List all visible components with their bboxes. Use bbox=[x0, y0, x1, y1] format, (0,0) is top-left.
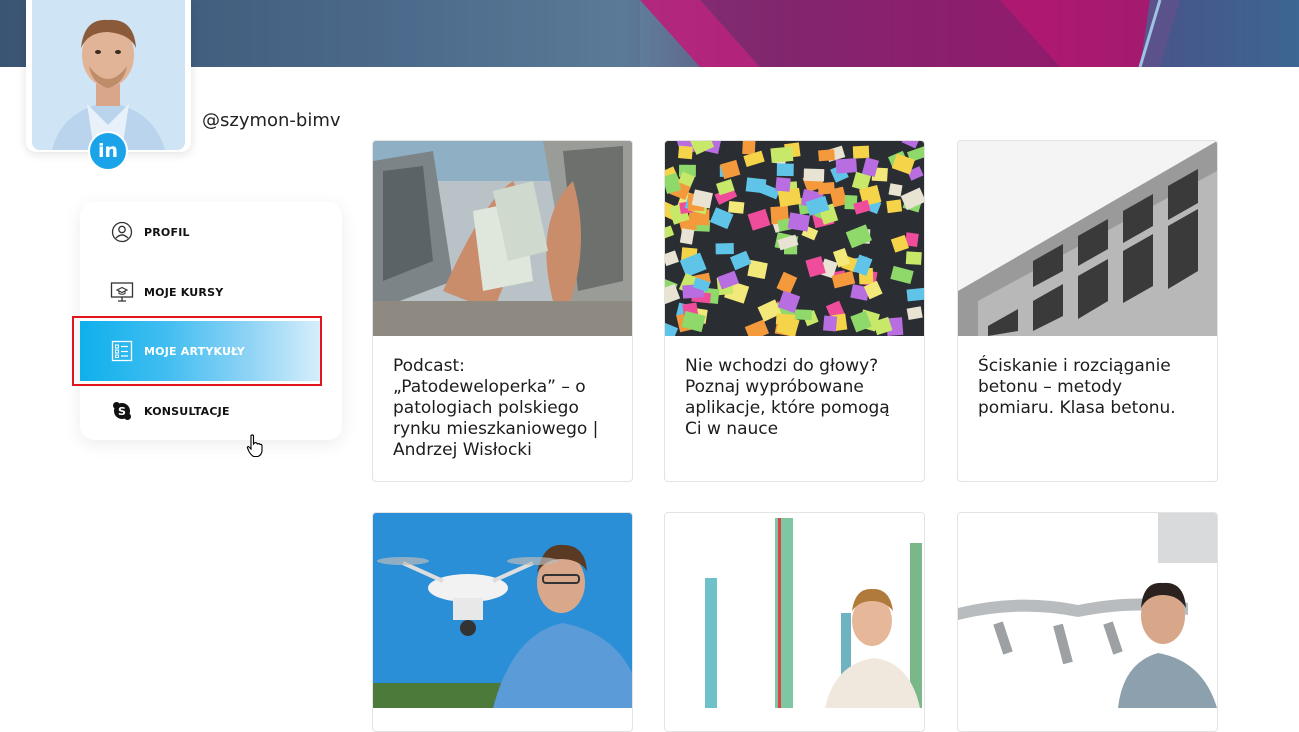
article-thumbnail bbox=[373, 141, 632, 336]
article-card[interactable] bbox=[664, 512, 925, 732]
article-title: Nie wchodzi do głowy? Poznaj wypróbowane… bbox=[685, 356, 890, 439]
linkedin-icon[interactable]: in bbox=[88, 131, 128, 171]
article-title: Ściskanie i rozciąganie betonu – metody … bbox=[978, 356, 1176, 418]
sidebar-item-profil[interactable]: PROFIL bbox=[80, 202, 342, 262]
sidebar-item-label: PROFIL bbox=[144, 225, 190, 239]
sidebar-item-label: MOJE KURSY bbox=[144, 285, 224, 299]
svg-text:S: S bbox=[118, 405, 126, 418]
sidebar-item-konsultacje[interactable]: S KONSULTACJE bbox=[80, 381, 342, 441]
user-circle-icon bbox=[110, 220, 134, 244]
hand-cursor-icon bbox=[246, 434, 264, 462]
avatar bbox=[32, 0, 185, 150]
article-thumbnail bbox=[665, 141, 924, 336]
article-card[interactable] bbox=[957, 512, 1218, 732]
sidebar-item-label: KONSULTACJE bbox=[144, 404, 230, 418]
article-title: Podcast: „Patodeweloperka” – o patologia… bbox=[393, 356, 599, 460]
sidebar-item-moje-artykuly[interactable]: MOJE ARTYKUŁY bbox=[80, 321, 320, 381]
article-card[interactable]: Nie wchodzi do głowy? Poznaj wypróbowane… bbox=[664, 140, 925, 482]
article-list-icon bbox=[110, 339, 134, 363]
sidebar-menu: PROFIL MOJE KURSY MOJE ARTYKUŁY S KONSUL… bbox=[80, 202, 342, 440]
sidebar-item-moje-kursy[interactable]: MOJE KURSY bbox=[80, 262, 342, 322]
username: @szymon-bimv bbox=[202, 110, 341, 131]
article-thumbnail bbox=[958, 513, 1217, 708]
banner-graphic bbox=[0, 0, 1299, 67]
profile-banner bbox=[0, 0, 1299, 67]
article-thumbnail bbox=[958, 141, 1217, 336]
article-thumbnail bbox=[665, 513, 924, 708]
article-card[interactable]: Ściskanie i rozciąganie betonu – metody … bbox=[957, 140, 1218, 482]
article-card[interactable] bbox=[372, 512, 633, 732]
sidebar-item-label: MOJE ARTYKUŁY bbox=[144, 344, 245, 358]
article-card[interactable]: Podcast: „Patodeweloperka” – o patologia… bbox=[372, 140, 633, 482]
avatar-card bbox=[26, 0, 191, 152]
skype-icon: S bbox=[110, 399, 134, 423]
monitor-graduation-icon bbox=[110, 280, 134, 304]
article-thumbnail bbox=[373, 513, 632, 708]
